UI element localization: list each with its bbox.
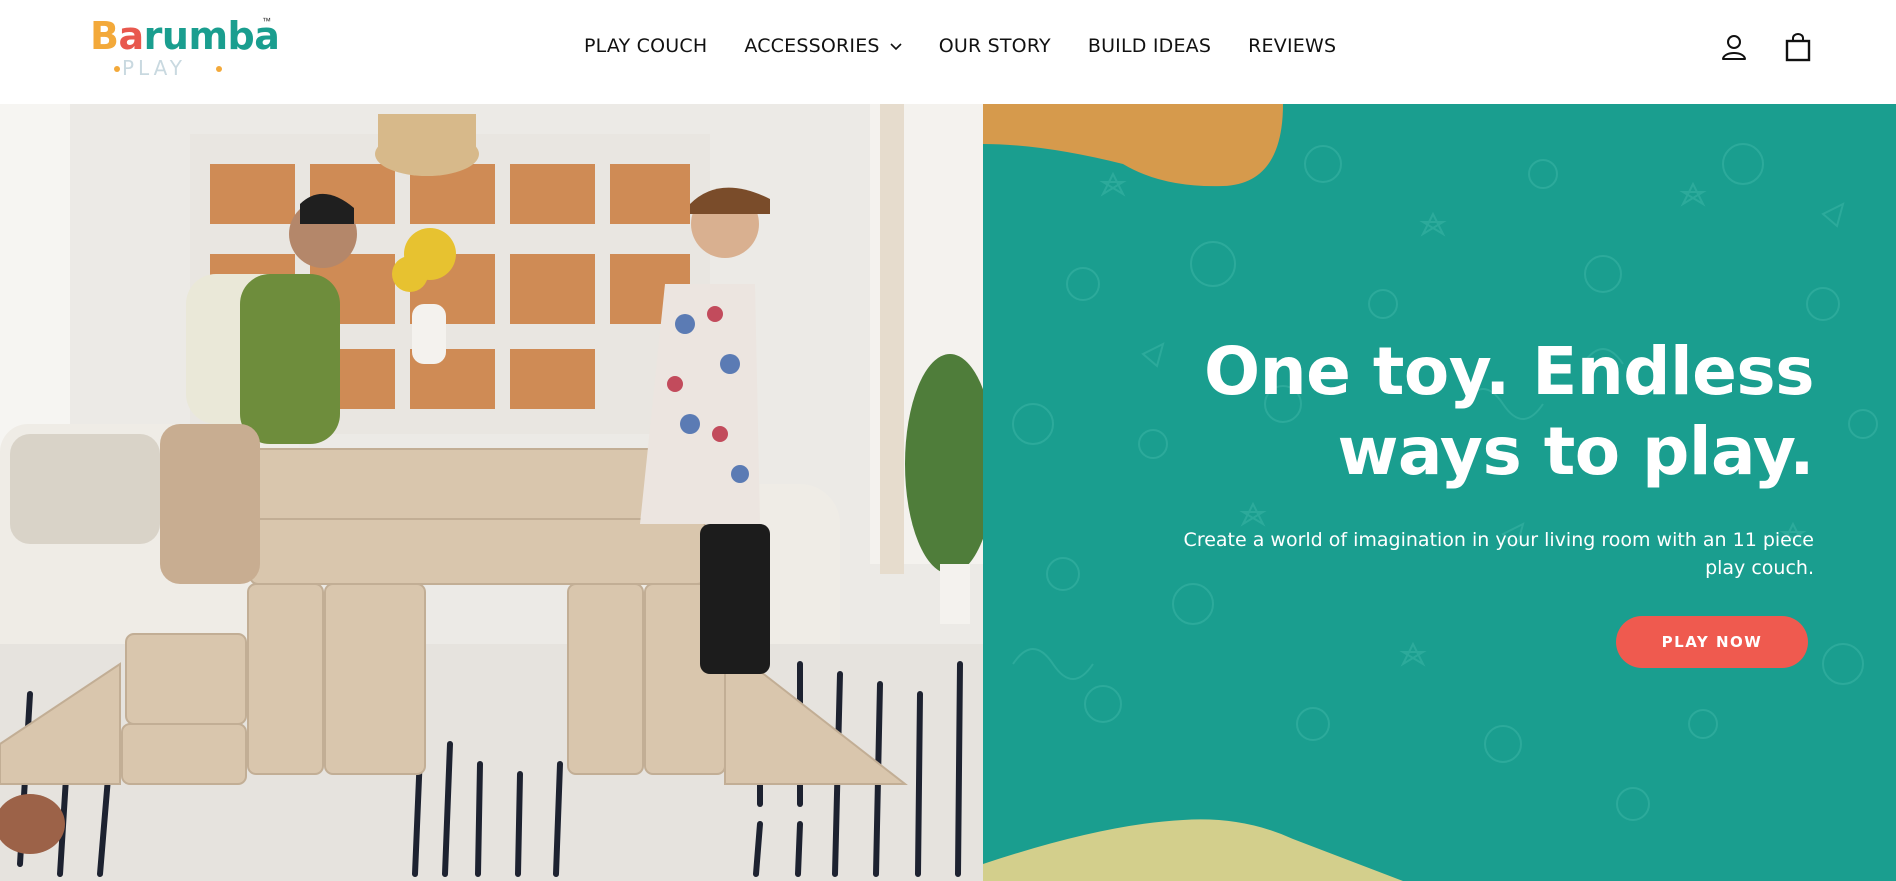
decorative-blobs [983,104,1403,881]
account-button[interactable] [1719,32,1749,62]
subtext-line-2: play couch. [1705,557,1814,579]
headline-line-2: ways to play. [1337,413,1814,490]
nav-our-story[interactable]: OUR STORY [939,35,1051,57]
nav-label: ACCESSORIES [744,35,880,57]
main-nav: PLAY COUCH ACCESSORIES OUR STORY BUILD I… [584,34,1336,58]
hero-headline: One toy. Endless ways to play. [1203,332,1815,492]
nav-build-ideas[interactable]: BUILD IDEAS [1088,35,1211,57]
brand-logo[interactable]: Barumba ™ PLAY [90,14,280,80]
logo-wordmark: Barumba [90,14,280,58]
nav-play-couch[interactable]: PLAY COUCH [584,35,707,57]
logo-dot-right [216,66,222,72]
play-now-button[interactable]: PLAY NOW [1616,616,1808,668]
hero-panel: One toy. Endless ways to play. Create a … [983,104,1896,881]
hero-section: One toy. Endless ways to play. Create a … [0,104,1896,881]
chevron-down-icon [890,43,902,51]
nav-label: OUR STORY [938,35,1051,57]
logo-trademark: ™ [262,16,271,26]
hero-photo-illustration [0,104,983,881]
hero-subtext: Create a world of imagination in your li… [1094,526,1814,582]
shopping-bag-icon [1785,33,1811,62]
nav-reviews[interactable]: REVIEWS [1248,35,1336,57]
subtext-line-1: Create a world of imagination in your li… [1183,529,1814,551]
headline-line-1: One toy. Endless [1203,333,1815,410]
nav-accessories[interactable]: ACCESSORIES [744,35,902,57]
nav-label: PLAY COUCH [584,35,708,57]
logo-subtitle: PLAY [122,56,187,80]
hero-image [0,104,983,881]
user-icon [1722,35,1746,60]
nav-label: BUILD IDEAS [1087,35,1212,57]
logo-dot-left [114,66,120,72]
cart-button[interactable] [1783,32,1813,62]
site-header: Barumba ™ PLAY PLAY COUCH ACCESSORIES OU… [0,0,1896,104]
nav-label: REVIEWS [1248,35,1337,57]
